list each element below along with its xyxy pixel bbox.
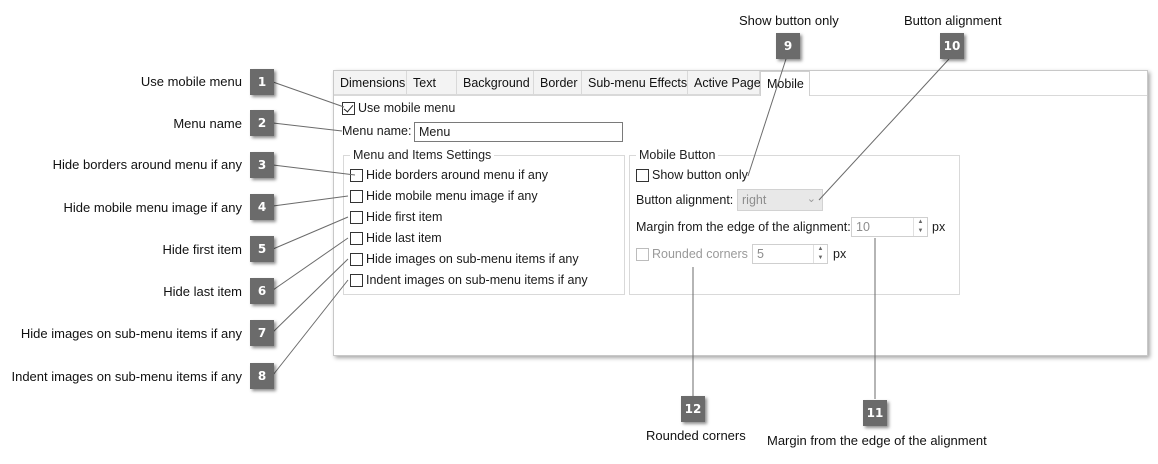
- hide-last-item-label: Hide last item: [366, 231, 442, 245]
- callout-badge-8: 8: [250, 363, 274, 389]
- callout-label-7: Hide images on sub-menu items if any: [20, 326, 242, 341]
- show-button-only-checkbox[interactable]: [636, 168, 649, 182]
- hide-mobile-image-row[interactable]: Hide mobile menu image if any: [350, 189, 538, 203]
- callout-label-4: Hide mobile menu image if any: [63, 200, 242, 215]
- margin-spin-buttons[interactable]: ▲ ▼: [913, 218, 927, 236]
- properties-dialog: Dimensions Text Background Border Sub-me…: [333, 70, 1148, 356]
- button-alignment-select[interactable]: right ⌄: [737, 189, 823, 211]
- callout-badge-7: 7: [250, 320, 274, 346]
- tab-active-page[interactable]: Active Page: [688, 71, 761, 95]
- hide-last-item-row[interactable]: Hide last item: [350, 231, 442, 245]
- show-button-only-label: Show button only: [652, 168, 748, 182]
- spin-up-icon[interactable]: ▲: [914, 218, 927, 227]
- menu-name-label: Menu name:: [342, 124, 412, 138]
- indent-submenu-images-checkbox[interactable]: [350, 273, 363, 287]
- spin-down-icon[interactable]: ▼: [814, 254, 827, 263]
- rounded-corners-unit: px: [833, 247, 847, 261]
- tab-dimensions[interactable]: Dimensions: [334, 71, 407, 95]
- tab-background[interactable]: Background: [457, 71, 534, 95]
- hide-borders-label: Hide borders around menu if any: [366, 168, 549, 182]
- leader-line-2: [272, 122, 343, 132]
- callout-badge-9: 9: [776, 33, 800, 59]
- rounded-corners-label: Rounded corners: [652, 247, 748, 261]
- hide-first-item-checkbox[interactable]: [350, 210, 363, 224]
- callout-label-5: Hide first item: [162, 242, 242, 257]
- callout-badge-3: 3: [250, 152, 274, 178]
- callout-label-11: Margin from the edge of the alignment: [767, 433, 987, 448]
- rounded-corners-spin-buttons[interactable]: ▲ ▼: [813, 245, 827, 263]
- indent-submenu-images-label: Indent images on sub-menu items if any: [366, 273, 588, 287]
- rounded-corners-value: 5: [757, 247, 764, 261]
- hide-borders-row[interactable]: Hide borders around menu if any: [350, 168, 548, 182]
- callout-label-3: Hide borders around menu if any: [52, 157, 242, 172]
- hide-borders-checkbox[interactable]: [350, 168, 363, 182]
- tab-text[interactable]: Text: [407, 71, 457, 95]
- hide-mobile-image-label: Hide mobile menu image if any: [366, 189, 538, 203]
- tab-page-border: [334, 95, 1147, 96]
- hide-first-item-row[interactable]: Hide first item: [350, 210, 442, 224]
- chevron-down-icon: ⌄: [806, 193, 816, 205]
- rounded-corners-spinner[interactable]: 5 ▲ ▼: [752, 244, 828, 264]
- callout-badge-5: 5: [250, 236, 274, 262]
- callout-badge-2: 2: [250, 110, 274, 136]
- margin-spinner[interactable]: 10 ▲ ▼: [851, 217, 928, 237]
- callout-badge-10: 10: [940, 33, 964, 59]
- hide-mobile-image-checkbox[interactable]: [350, 189, 363, 203]
- hide-last-item-checkbox[interactable]: [350, 231, 363, 245]
- callout-label-1: Use mobile menu: [140, 74, 242, 89]
- callout-label-10: Button alignment: [904, 13, 1002, 28]
- margin-unit: px: [932, 220, 946, 234]
- callout-badge-6: 6: [250, 278, 274, 304]
- use-mobile-menu-checkbox[interactable]: [342, 101, 355, 115]
- hide-submenu-images-checkbox[interactable]: [350, 252, 363, 266]
- callout-badge-11: 11: [863, 400, 887, 426]
- menu-items-settings-legend: Menu and Items Settings: [353, 148, 492, 162]
- hide-submenu-images-label: Hide images on sub-menu items if any: [366, 252, 579, 266]
- tab-border[interactable]: Border: [534, 71, 582, 95]
- callout-label-9: Show button only: [739, 13, 839, 28]
- callout-badge-12: 12: [681, 396, 705, 422]
- rounded-corners-checkbox[interactable]: [636, 247, 649, 261]
- hide-first-item-label: Hide first item: [366, 210, 443, 224]
- callout-badge-4: 4: [250, 194, 274, 220]
- button-alignment-label: Button alignment:: [636, 193, 734, 207]
- callout-badge-1: 1: [250, 69, 274, 95]
- spin-down-icon[interactable]: ▼: [914, 227, 927, 236]
- tab-bar: Dimensions Text Background Border Sub-me…: [334, 71, 810, 96]
- use-mobile-menu-row[interactable]: Use mobile menu: [342, 101, 455, 115]
- margin-value: 10: [856, 220, 870, 234]
- show-button-only-row[interactable]: Show button only: [636, 168, 748, 182]
- callout-label-6: Hide last item: [163, 284, 242, 299]
- mobile-button-legend: Mobile Button: [639, 148, 716, 162]
- spin-up-icon[interactable]: ▲: [814, 245, 827, 254]
- menu-name-input[interactable]: Menu: [414, 122, 623, 142]
- hide-submenu-images-row[interactable]: Hide images on sub-menu items if any: [350, 252, 579, 266]
- button-alignment-value: right: [742, 193, 767, 207]
- tab-sub-menu-effects[interactable]: Sub-menu Effects: [582, 71, 688, 95]
- indent-submenu-images-row[interactable]: Indent images on sub-menu items if any: [350, 273, 588, 287]
- use-mobile-menu-label: Use mobile menu: [358, 101, 456, 115]
- rounded-corners-row[interactable]: Rounded corners: [636, 247, 748, 261]
- callout-label-12: Rounded corners: [646, 428, 746, 443]
- margin-label: Margin from the edge of the alignment:: [636, 220, 851, 234]
- tab-mobile[interactable]: Mobile: [760, 71, 810, 96]
- callout-label-2: Menu name: [173, 116, 242, 131]
- callout-label-8: Indent images on sub-menu items if any: [11, 369, 242, 384]
